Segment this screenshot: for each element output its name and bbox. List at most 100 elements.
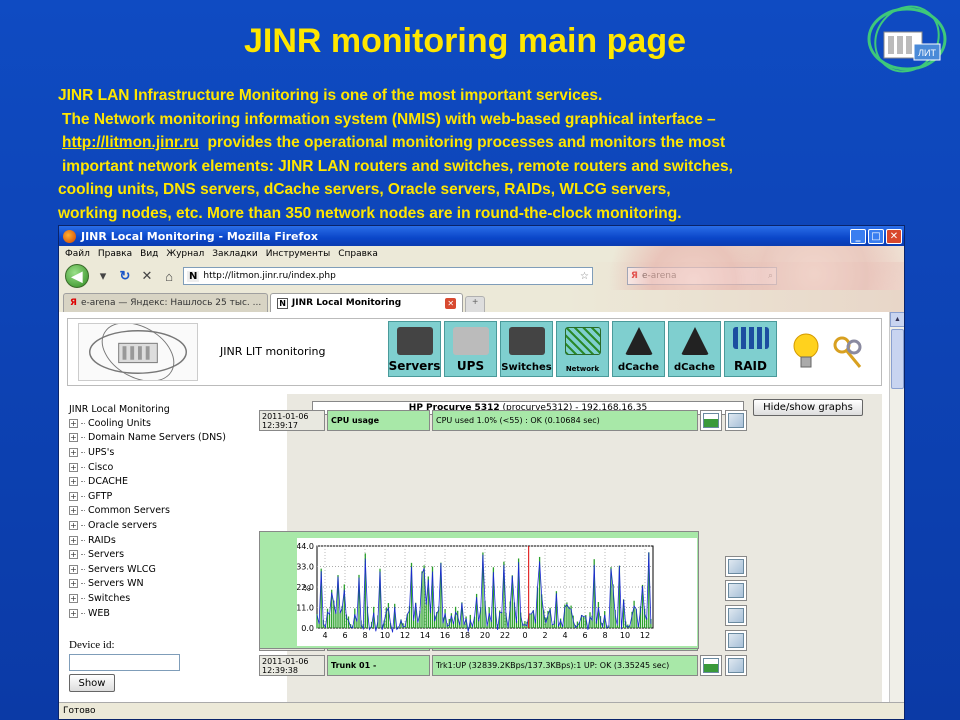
notes-icon[interactable] xyxy=(728,658,744,673)
yandex-tab-icon: Я xyxy=(70,298,77,308)
bookmark-star-icon[interactable]: ☆ xyxy=(580,271,592,282)
notes-icon[interactable] xyxy=(728,633,744,648)
scroll-up-icon[interactable]: ▲ xyxy=(890,312,904,327)
menu-tools[interactable]: Инструменты xyxy=(266,249,330,259)
litmon-link[interactable]: http://litmon.jinr.ru xyxy=(62,134,199,151)
notes-icon[interactable] xyxy=(728,413,744,428)
tab-yandex[interactable]: Я e-arena — Яндекс: Нашлось 25 тыс. ... xyxy=(63,293,269,312)
menu-view[interactable]: Вид xyxy=(140,249,158,259)
expand-icon[interactable]: + xyxy=(69,506,78,516)
dcache-icon-2[interactable]: dCache xyxy=(668,321,721,377)
tree-item-cisco[interactable]: + Cisco xyxy=(69,460,279,475)
expand-icon[interactable]: + xyxy=(69,550,78,560)
page-viewport: JINR LIT monitoring Servers UPS Switches… xyxy=(59,312,904,704)
search-icon[interactable]: ⌕ xyxy=(768,271,776,281)
tree-item-web[interactable]: + WEB xyxy=(69,606,279,621)
ups-icon[interactable]: UPS xyxy=(444,321,497,377)
raid-icon[interactable]: RAID xyxy=(724,321,777,377)
notes-icon[interactable] xyxy=(728,583,744,598)
tree-item-servers-wlcg[interactable]: + Servers WLCG xyxy=(69,562,279,577)
tree-item-label: UPS's xyxy=(88,446,115,458)
expand-icon[interactable]: + xyxy=(69,579,78,589)
row-notes-cell[interactable] xyxy=(725,605,747,626)
scroll-thumb[interactable] xyxy=(891,329,904,389)
menu-file[interactable]: Файл xyxy=(65,249,90,259)
graph-icon[interactable] xyxy=(703,658,719,673)
servers-icon[interactable]: Servers xyxy=(388,321,441,377)
tree-item-dns[interactable]: + Domain Name Servers (DNS) xyxy=(69,431,279,446)
new-tab-button[interactable]: + xyxy=(465,296,486,312)
vertical-scrollbar[interactable]: ▲ xyxy=(889,312,904,704)
x-tick-label: 10 xyxy=(380,631,390,640)
back-arrow-icon[interactable]: ◀ xyxy=(65,264,89,288)
expand-icon[interactable]: + xyxy=(69,520,78,530)
row-notes-cell[interactable] xyxy=(725,630,747,651)
close-window-button[interactable]: ✕ xyxy=(886,228,902,244)
tree-item-servers-wn[interactable]: + Servers WN xyxy=(69,577,279,592)
maximize-button[interactable]: □ xyxy=(868,228,884,244)
tree-item-gftp[interactable]: + GFTP xyxy=(69,489,279,504)
expand-icon[interactable]: + xyxy=(69,433,78,443)
y-tick-label: 11.0 xyxy=(297,604,314,613)
close-tab-icon[interactable]: ✕ xyxy=(445,297,457,309)
jinr-building-logo-icon xyxy=(78,323,198,381)
menu-bookmarks[interactable]: Закладки xyxy=(212,249,258,259)
graph-icon[interactable] xyxy=(703,413,719,428)
row-notes-cell[interactable] xyxy=(725,556,747,577)
minimize-button[interactable]: _ xyxy=(850,228,866,244)
reload-icon[interactable]: ↻ xyxy=(117,268,133,284)
expand-icon[interactable]: + xyxy=(69,447,78,457)
row-graph-cell[interactable] xyxy=(700,410,722,431)
tree-root[interactable]: JINR Local Monitoring xyxy=(69,404,279,415)
menu-history[interactable]: Журнал xyxy=(166,249,204,259)
network-icon[interactable]: Network xyxy=(556,321,609,377)
search-input[interactable]: Я e-arena ⌕ xyxy=(627,267,777,285)
device-id-input[interactable] xyxy=(69,654,180,671)
row-time: 12:39:38 xyxy=(262,666,298,675)
lightbulb-icon[interactable] xyxy=(792,333,820,371)
expand-icon[interactable]: + xyxy=(69,593,78,603)
browser-titlebar[interactable]: JINR Local Monitoring - Mozilla Firefox … xyxy=(59,226,904,246)
row-graph-cell[interactable] xyxy=(700,655,722,676)
x-tick-label: 0 xyxy=(522,631,527,640)
row-notes-cell[interactable] xyxy=(725,410,747,431)
tree-item-common-servers[interactable]: + Common Servers xyxy=(69,504,279,519)
tree-item-switches[interactable]: + Switches xyxy=(69,591,279,606)
tree-item-servers[interactable]: + Servers xyxy=(69,547,279,562)
expand-icon[interactable]: + xyxy=(69,462,78,472)
show-button[interactable]: Show xyxy=(69,674,115,692)
row-service[interactable]: CPU usage xyxy=(327,410,430,431)
cpu-usage-graph: 44.0 33.0 22.0 11.0 0.0% 4 6 8 10 12 14 16 18 20 22 0 2 4… xyxy=(259,531,699,649)
tree-item-dcache[interactable]: + DCACHE xyxy=(69,474,279,489)
switches-icon[interactable]: Switches xyxy=(500,321,553,377)
row-service[interactable]: Trunk 01 - xyxy=(327,655,430,676)
tree-item-oracle-servers[interactable]: + Oracle servers xyxy=(69,518,279,533)
tree-item-cooling-units[interactable]: + Cooling Units xyxy=(69,416,279,431)
expand-icon[interactable]: + xyxy=(69,564,78,574)
url-bar[interactable]: N http://litmon.jinr.ru/index.php ☆ xyxy=(183,267,593,285)
menu-edit[interactable]: Правка xyxy=(98,249,132,259)
expand-icon[interactable]: + xyxy=(69,608,78,618)
tree-item-ups[interactable]: + UPS's xyxy=(69,445,279,460)
forward-dropdown-icon[interactable]: ▾ xyxy=(95,268,111,284)
menu-help[interactable]: Справка xyxy=(338,249,378,259)
tab-jinr-monitoring[interactable]: N JINR Local Monitoring ✕ xyxy=(270,293,464,312)
home-icon[interactable]: ⌂ xyxy=(161,269,177,284)
logo-text: ЛИТ xyxy=(918,48,936,58)
notes-icon[interactable] xyxy=(728,559,744,574)
expand-icon[interactable]: + xyxy=(69,491,78,501)
tab-yandex-label: e-arena — Яндекс: Нашлось 25 тыс. ... xyxy=(80,298,262,308)
row-notes-cell[interactable] xyxy=(725,580,747,601)
expand-icon[interactable]: + xyxy=(69,477,78,487)
dcache-icon-1[interactable]: dCache xyxy=(612,321,665,377)
tree-item-label: Servers xyxy=(88,549,125,561)
notes-icon[interactable] xyxy=(728,608,744,623)
expand-icon[interactable]: + xyxy=(69,535,78,545)
tree-item-raids[interactable]: + RAIDs xyxy=(69,533,279,548)
site-header: JINR LIT monitoring Servers UPS Switches… xyxy=(67,318,882,386)
row-notes-cell[interactable] xyxy=(725,655,747,676)
keys-icon[interactable] xyxy=(830,335,866,371)
expand-icon[interactable]: + xyxy=(69,418,78,428)
hide-show-graphs-button[interactable]: Hide/show graphs xyxy=(753,399,863,416)
stop-icon[interactable]: ✕ xyxy=(139,268,155,284)
